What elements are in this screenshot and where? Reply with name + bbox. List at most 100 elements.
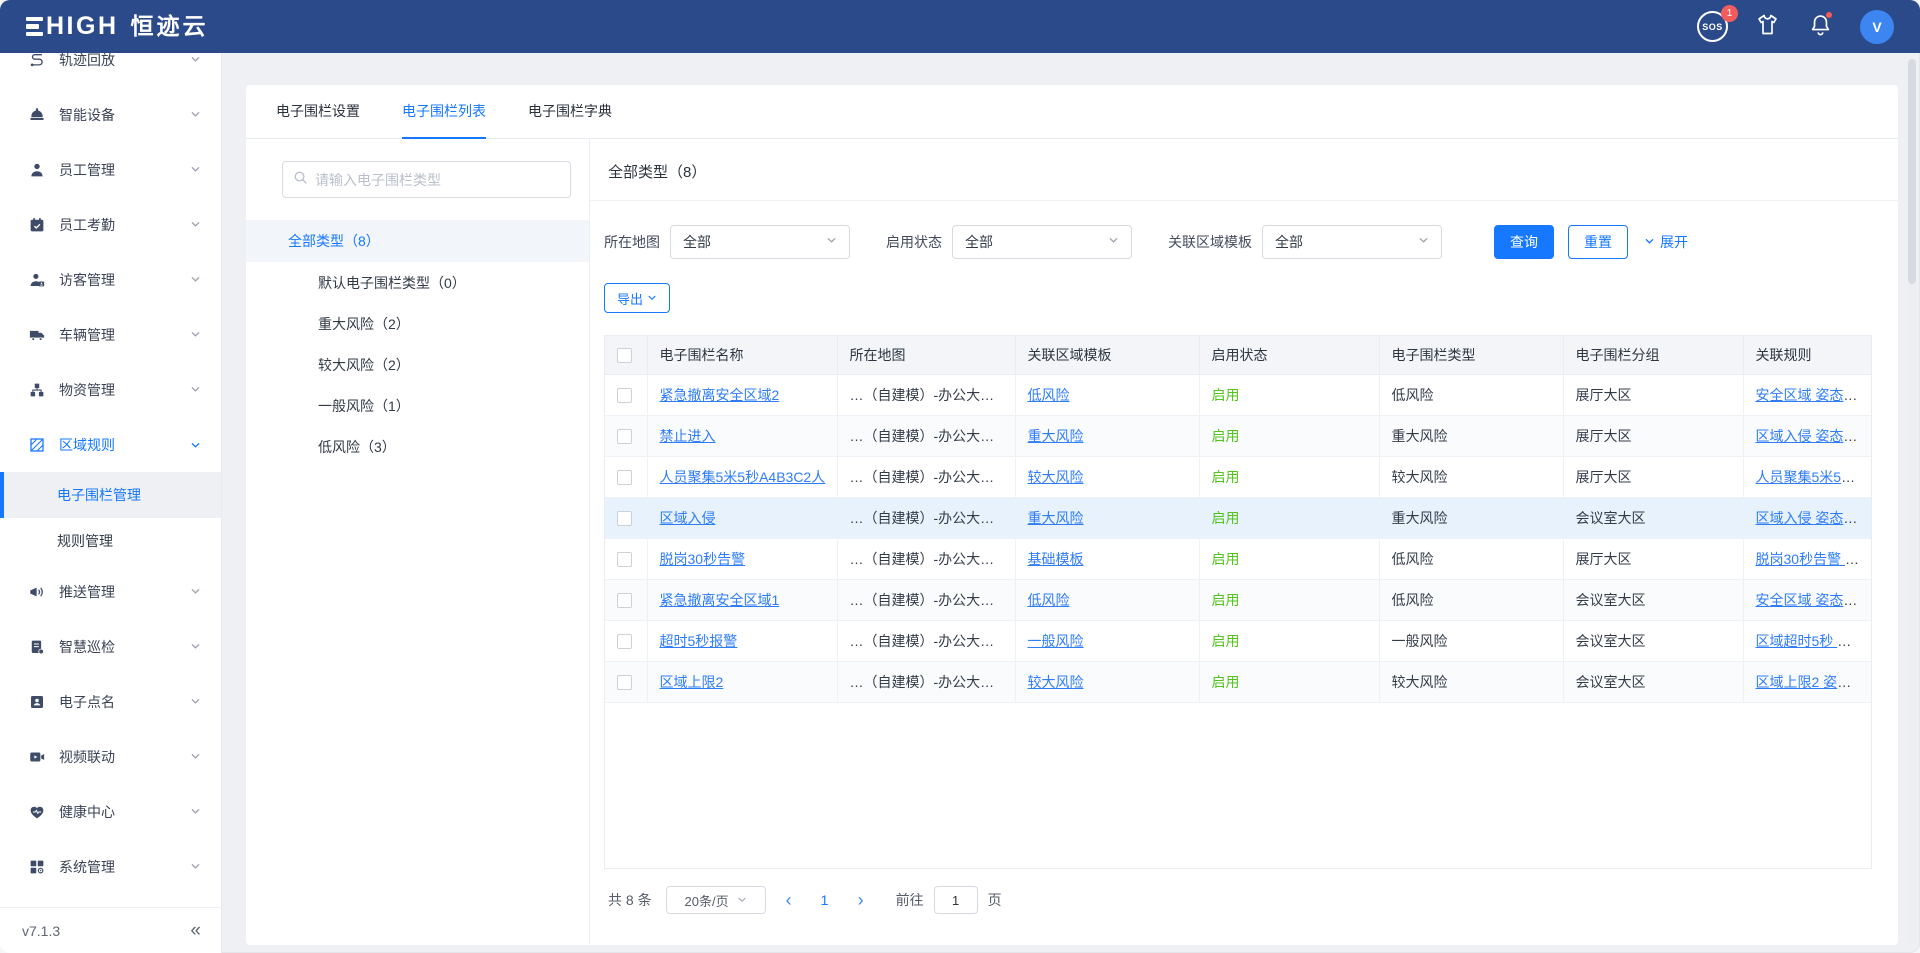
- linked-rules-link[interactable]: 区域上限2 姿态异常-任辛: [1756, 674, 1872, 690]
- next-page-button[interactable]: ›: [852, 891, 870, 909]
- page-size-select[interactable]: 20条/页: [666, 886, 766, 914]
- tab-3[interactable]: 电子围栏字典: [528, 85, 612, 139]
- sidebar-item-12[interactable]: 视频联动: [0, 729, 221, 784]
- export-button[interactable]: 导出: [604, 283, 670, 313]
- total-count: 共 8 条: [608, 890, 652, 910]
- sidebar-item-7[interactable]: 物资管理: [0, 362, 221, 417]
- current-page[interactable]: 1: [812, 892, 838, 908]
- prev-page-button[interactable]: ‹: [780, 891, 798, 909]
- fence-name-link[interactable]: 超时5秒报警: [660, 633, 738, 649]
- type-list-item[interactable]: 全部类型（8）: [246, 220, 589, 262]
- inspection-icon: [28, 638, 46, 656]
- region-template-link[interactable]: 重大风险: [1028, 510, 1084, 526]
- fence-list-panel: 全部类型（8） 所在地图全部启用状态全部关联区域模板全部 查询 重置 展开: [590, 139, 1898, 945]
- sidebar-item-8[interactable]: 区域规则: [0, 417, 221, 472]
- sidebar-item-13[interactable]: 健康中心: [0, 784, 221, 839]
- scrollbar[interactable]: [1908, 59, 1916, 947]
- row-checkbox[interactable]: [617, 511, 632, 526]
- sidebar-subitem[interactable]: 规则管理: [0, 518, 221, 564]
- region-template-link[interactable]: 基础模板: [1028, 551, 1084, 567]
- table-row[interactable]: 脱岗30秒告警…（自建模）-办公大楼-F10基础模板启用低风险展厅大区脱岗30秒…: [605, 538, 1871, 579]
- column-header: 关联规则: [1743, 336, 1871, 374]
- scrollbar-thumb[interactable]: [1908, 59, 1916, 284]
- filter-select[interactable]: 全部: [1262, 225, 1442, 259]
- fence-name-link[interactable]: 区域入侵: [660, 510, 716, 526]
- table-row[interactable]: 超时5秒报警…（自建模）-办公大楼-F10一般风险启用一般风险会议室大区区域超时…: [605, 620, 1871, 661]
- linked-rules-link[interactable]: 人员聚集5米5秒（A3B2C...: [1756, 469, 1872, 485]
- region-template-link[interactable]: 较大风险: [1028, 674, 1084, 690]
- type-list-item[interactable]: 低风险（3）: [246, 426, 589, 467]
- sidebar-item-5[interactable]: 访客管理: [0, 252, 221, 307]
- sidebar-item-14[interactable]: 系统管理: [0, 839, 221, 894]
- linked-rules-link[interactable]: 区域超时5秒 姿态异常-任辛: [1756, 633, 1872, 649]
- sidebar-item-9[interactable]: 推送管理: [0, 564, 221, 619]
- sidebar: 轨迹回放智能设备员工管理员工考勤访客管理车辆管理物资管理区域规则电子围栏管理规则…: [0, 53, 222, 953]
- row-checkbox[interactable]: [617, 675, 632, 690]
- row-checkbox[interactable]: [617, 429, 632, 444]
- sos-badge: 1: [1721, 5, 1738, 22]
- linked-rules-link[interactable]: 区域入侵 姿态异常-任辛: [1756, 510, 1872, 526]
- fence-name-link[interactable]: 紧急撤离安全区域1: [660, 592, 780, 608]
- goto-page-input[interactable]: [934, 886, 978, 914]
- sidebar-collapse-button[interactable]: «: [190, 920, 199, 942]
- goto-label: 前往: [896, 890, 924, 910]
- user-avatar[interactable]: V: [1860, 10, 1894, 44]
- map-cell: …（自建模）-办公大楼-F10: [850, 428, 1016, 444]
- reset-button[interactable]: 重置: [1568, 225, 1628, 259]
- query-button[interactable]: 查询: [1494, 225, 1554, 259]
- fence-name-link[interactable]: 区域上限2: [660, 674, 724, 690]
- filter-select[interactable]: 全部: [952, 225, 1132, 259]
- column-header: 启用状态: [1199, 336, 1379, 374]
- type-list-item[interactable]: 一般风险（1）: [246, 385, 589, 426]
- filter-select[interactable]: 全部: [670, 225, 850, 259]
- fence-name-link[interactable]: 紧急撤离安全区域2: [660, 387, 780, 403]
- sidebar-subitem[interactable]: 电子围栏管理: [0, 472, 221, 518]
- table-row[interactable]: 禁止进入…（自建模）-办公大楼-F10重大风险启用重大风险展厅大区区域入侵 姿态…: [605, 415, 1871, 456]
- fence-name-link[interactable]: 禁止进入: [660, 428, 716, 444]
- table-row[interactable]: 人员聚集5米5秒A4B3C2人…（自建模）-办公大楼-F10较大风险启用较大风险…: [605, 456, 1871, 497]
- push-icon: [28, 583, 46, 601]
- sidebar-item-1[interactable]: 轨迹回放: [0, 53, 221, 87]
- sidebar-item-6[interactable]: 车辆管理: [0, 307, 221, 362]
- region-template-link[interactable]: 低风险: [1028, 387, 1070, 403]
- row-checkbox[interactable]: [617, 470, 632, 485]
- fence-name-link[interactable]: 脱岗30秒告警: [660, 551, 746, 567]
- row-checkbox[interactable]: [617, 388, 632, 403]
- expand-link[interactable]: 展开: [1644, 232, 1688, 252]
- type-list-item[interactable]: 默认电子围栏类型（0）: [246, 262, 589, 303]
- fence-name-link[interactable]: 人员聚集5米5秒A4B3C2人: [660, 469, 826, 485]
- row-checkbox[interactable]: [617, 593, 632, 608]
- linked-rules-link[interactable]: 安全区域 姿态异常-任辛: [1756, 387, 1872, 403]
- sidebar-item-4[interactable]: 员工考勤: [0, 197, 221, 252]
- navbar-actions: SOS 1 V: [1697, 10, 1894, 44]
- linked-rules-link[interactable]: 脱岗30秒告警 姿态异常-任辛: [1756, 551, 1872, 567]
- table-row[interactable]: 区域入侵…（自建模）-办公大楼-F10重大风险启用重大风险会议室大区区域入侵 姿…: [605, 497, 1871, 538]
- linked-rules-link[interactable]: 区域入侵 姿态异常-任辛: [1756, 428, 1872, 444]
- type-search-input[interactable]: [315, 172, 560, 188]
- tab-1[interactable]: 电子围栏设置: [276, 85, 360, 139]
- region-template-link[interactable]: 一般风险: [1028, 633, 1084, 649]
- type-list-item[interactable]: 较大风险（2）: [246, 344, 589, 385]
- apparel-button[interactable]: [1754, 11, 1781, 43]
- tab-2[interactable]: 电子围栏列表: [402, 85, 486, 139]
- linked-rules-link[interactable]: 安全区域 姿态异常-任辛: [1756, 592, 1872, 608]
- sidebar-item-2[interactable]: 智能设备: [0, 87, 221, 142]
- sos-button[interactable]: SOS 1: [1697, 11, 1728, 42]
- table-row[interactable]: 紧急撤离安全区域1…（自建模）-办公大楼-F10低风险启用低风险会议室大区安全区…: [605, 579, 1871, 620]
- table-row[interactable]: 紧急撤离安全区域2…（自建模）-办公大楼-F10低风险启用低风险展厅大区安全区域…: [605, 374, 1871, 415]
- region-template-link[interactable]: 低风险: [1028, 592, 1070, 608]
- row-checkbox[interactable]: [617, 634, 632, 649]
- sidebar-item-3[interactable]: 员工管理: [0, 142, 221, 197]
- table-row[interactable]: 区域上限2…（自建模）-办公大楼-F10较大风险启用较大风险会议室大区区域上限2…: [605, 661, 1871, 702]
- row-checkbox[interactable]: [617, 552, 632, 567]
- rollcall-icon: [28, 693, 46, 711]
- notifications-button[interactable]: [1807, 11, 1834, 43]
- chevron-down-icon: [190, 804, 201, 820]
- type-list-item[interactable]: 重大风险（2）: [246, 303, 589, 344]
- region-template-link[interactable]: 较大风险: [1028, 469, 1084, 485]
- sidebar-item-11[interactable]: 电子点名: [0, 674, 221, 729]
- region-template-link[interactable]: 重大风险: [1028, 428, 1084, 444]
- select-all-checkbox[interactable]: [617, 348, 632, 363]
- fence-group-cell: 展厅大区: [1576, 428, 1632, 444]
- sidebar-item-10[interactable]: 智慧巡检: [0, 619, 221, 674]
